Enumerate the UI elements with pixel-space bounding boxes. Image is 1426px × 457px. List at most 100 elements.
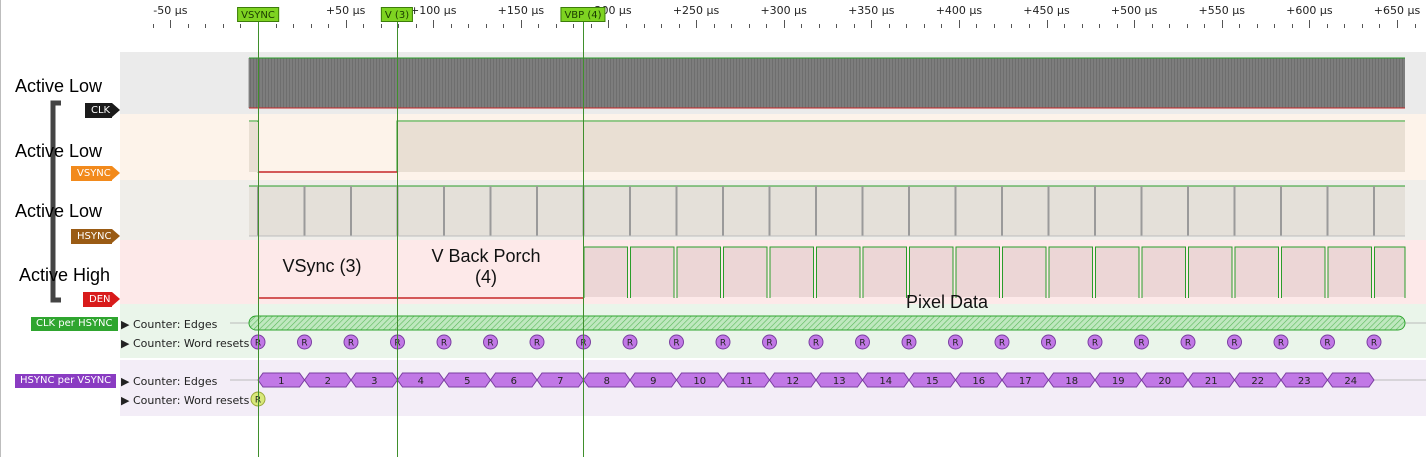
vsync-marker[interactable]: VSYNC <box>237 7 279 22</box>
waveform-canvas: RRRRRRRRRRRRRRRRRRRRRRRRR123456789101112… <box>230 57 1426 407</box>
clk-per-hsync-resets-row-label: ▶ Counter: Word resets <box>121 337 250 350</box>
hsync-pulse <box>908 186 910 236</box>
den-active-fill <box>1281 247 1325 297</box>
den-active-fill <box>1002 247 1046 297</box>
hsync-count-label: 8 <box>604 376 610 387</box>
clk-word-reset-marker-label: R <box>859 339 865 349</box>
hsync-pulse <box>1047 186 1050 236</box>
clk-word-reset-marker-label: R <box>348 339 354 349</box>
vbp-cursor-line[interactable] <box>583 20 584 457</box>
hsync-pulse <box>1326 186 1329 236</box>
hsync-count-label: 17 <box>1019 376 1032 387</box>
clk-word-reset-marker-label: R <box>1371 339 1377 349</box>
clk-word-reset-marker-label: R <box>301 339 307 349</box>
hsync-pulse <box>954 186 957 236</box>
clk-word-reset-marker-label: R <box>487 339 493 349</box>
den-active-fill <box>816 247 860 297</box>
clk-word-reset-marker-label: R <box>1092 339 1098 349</box>
clk-word-reset-marker-label: R <box>1185 339 1191 349</box>
row-label-text: Counter: Word resets <box>132 337 250 350</box>
den-active-fill <box>956 247 1000 297</box>
den-active-fill <box>1374 247 1405 297</box>
clk-word-reset-marker-label: R <box>720 339 726 349</box>
clk-word-reset-marker-label: R <box>441 339 447 349</box>
hsync-pulse <box>768 186 771 236</box>
hsync-pulse <box>815 186 817 236</box>
hsync-count-label: 10 <box>693 376 706 387</box>
hsync-per-vsync-resets-row-label: ▶ Counter: Word resets <box>121 394 250 407</box>
den-active-fill <box>1142 247 1186 297</box>
logic-analyzer-window: Active Low CLK Active Low VSYNC Active L… <box>0 0 1426 457</box>
hsync-pulse <box>303 186 306 236</box>
vsync-annotation: VSync (3) <box>282 256 362 276</box>
den-active-fill <box>630 247 674 297</box>
hsync-pulse <box>443 186 445 236</box>
clk-word-reset-marker-label: R <box>1138 339 1144 349</box>
clk-word-reset-marker-label: R <box>627 339 633 349</box>
clk-word-reset-marker-label: R <box>813 339 819 349</box>
vbp-annotation-line1: V Back Porch <box>431 246 541 266</box>
clk-waveform-block <box>249 58 1405 108</box>
den-active-fill <box>909 247 953 297</box>
vsync-cursor-line[interactable] <box>258 20 259 457</box>
den-active-fill <box>1188 247 1232 297</box>
v3-cursor-line[interactable] <box>397 20 398 457</box>
hsync-count-label: 22 <box>1251 376 1264 387</box>
hsync-count-label: 2 <box>325 376 331 387</box>
clk-word-reset-marker-label: R <box>1231 339 1237 349</box>
hsync-pulse <box>722 186 724 236</box>
den-active-fill <box>1235 247 1279 297</box>
hsync-count-label: 14 <box>879 376 892 387</box>
den-active-fill <box>770 247 814 297</box>
hsync-count-label: 19 <box>1112 376 1125 387</box>
hsync-count-label: 4 <box>418 376 424 387</box>
den-active-fill <box>723 247 767 297</box>
hsync-count-label: 7 <box>557 376 563 387</box>
hsync-count-label: 9 <box>650 376 656 387</box>
clk-word-reset-marker-label: R <box>534 339 540 349</box>
vbp-annotation: V Back Porch (4) <box>431 246 540 288</box>
clk-per-hsync-edges-row-label: ▶ Counter: Edges <box>121 318 218 331</box>
clk-word-reset-marker-label: R <box>906 339 912 349</box>
hsync-pulse <box>1001 186 1003 236</box>
hsync-count-label: 23 <box>1298 376 1311 387</box>
hsync-pulse <box>1280 186 1282 236</box>
hsync-count-label: 3 <box>371 376 377 387</box>
hsync-count-label: 13 <box>833 376 846 387</box>
clk-word-reset-marker-label: R <box>999 339 1005 349</box>
den-active-fill <box>1095 247 1139 297</box>
vbp-marker[interactable]: VBP (4) <box>560 7 606 22</box>
row-label-text: Counter: Edges <box>132 375 218 388</box>
hsync-high-fill <box>249 186 1405 236</box>
hsync-count-label: 5 <box>464 376 470 387</box>
clk-word-reset-marker-label: R <box>1324 339 1330 349</box>
hsync-pulse <box>350 186 352 236</box>
clk-per-hsync-bus-hatch <box>249 316 1405 330</box>
vbp-annotation-line2: (4) <box>474 267 497 287</box>
hsync-count-label: 1 <box>278 376 284 387</box>
clk-word-reset-marker-label: R <box>766 339 772 349</box>
row-label-text: Counter: Edges <box>132 318 218 331</box>
hsync-count-label: 15 <box>926 376 939 387</box>
row-label-text: Counter: Word resets <box>132 394 250 407</box>
clk-word-reset-marker-label: R <box>1045 339 1051 349</box>
hsync-pulse <box>1140 186 1143 236</box>
hsync-count-label: 6 <box>511 376 517 387</box>
hsync-pulse <box>1233 186 1236 236</box>
v3-marker[interactable]: V (3) <box>380 7 414 22</box>
den-active-fill <box>677 247 721 297</box>
pixel-data-annotation: Pixel Data <box>905 292 989 312</box>
den-active-fill <box>1328 247 1372 297</box>
clk-word-reset-marker-label: R <box>1278 339 1284 349</box>
clk-word-reset-marker-label: R <box>673 339 679 349</box>
hsync-count-label: 24 <box>1344 376 1357 387</box>
hsync-count-label: 12 <box>786 376 799 387</box>
hsync-count-label: 11 <box>740 376 753 387</box>
hsync-pulse <box>861 186 864 236</box>
hsync-pulse <box>536 186 538 236</box>
vsync-high-fill <box>249 122 258 172</box>
den-active-fill <box>863 247 907 297</box>
den-active-fill <box>584 247 628 297</box>
hsync-count-label: 21 <box>1205 376 1218 387</box>
vsync-high-fill <box>397 122 1405 172</box>
